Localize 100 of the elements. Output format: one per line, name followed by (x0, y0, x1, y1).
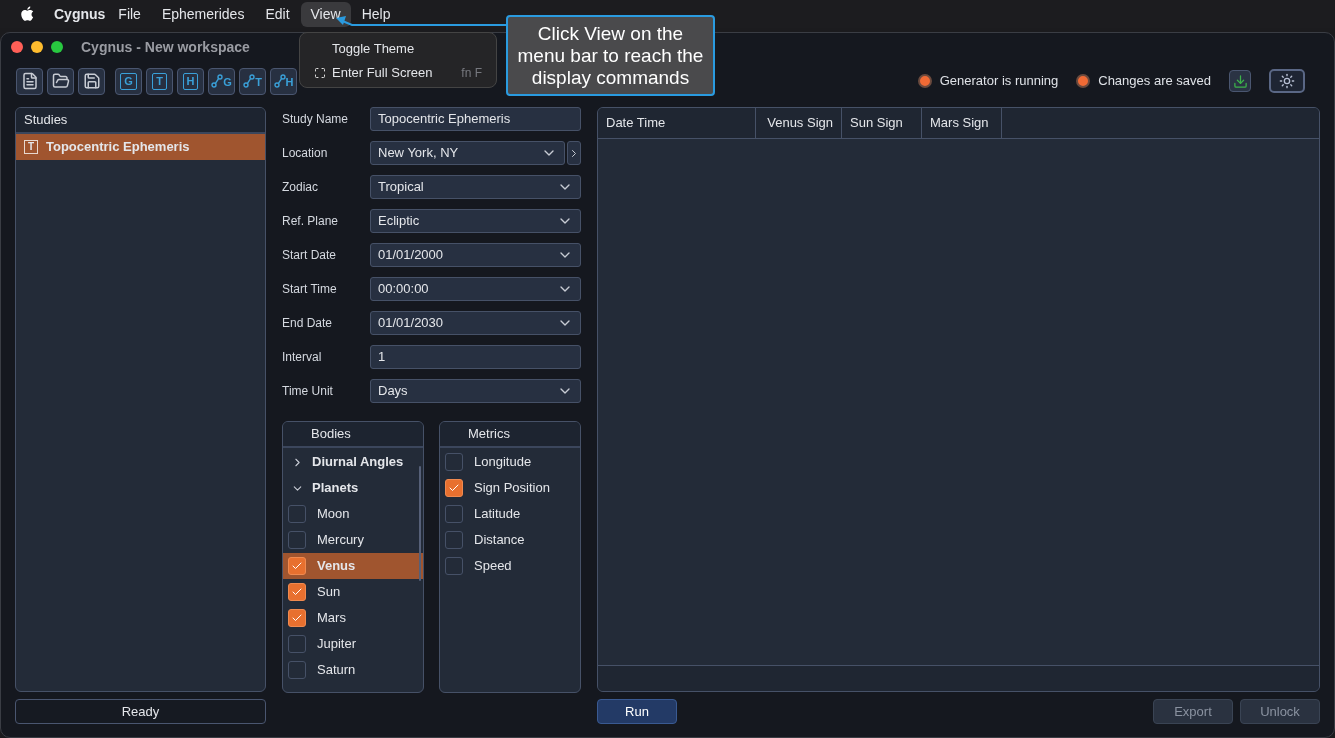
menu-item[interactable]: Edit (255, 1, 300, 27)
status-text: Changes are saved (1098, 72, 1211, 91)
checkbox[interactable] (445, 479, 463, 497)
checkbox[interactable] (288, 583, 306, 601)
download-icon (1232, 73, 1248, 89)
item-label: Mercury (317, 531, 364, 550)
fullscreen-icon (314, 67, 326, 79)
column-header[interactable]: Mars Sign (922, 108, 1002, 138)
tree-item[interactable]: Jupiter (283, 631, 423, 657)
checkbox[interactable] (288, 531, 306, 549)
item-label: Latitude (474, 505, 521, 524)
column-header[interactable]: Sun Sign (842, 108, 922, 138)
folder-icon (51, 72, 70, 90)
sun-icon (1279, 73, 1295, 89)
field-label: Location (282, 145, 329, 162)
tree-item[interactable]: Venus (283, 553, 423, 579)
status-bar: Ready (15, 699, 266, 724)
checkbox[interactable] (288, 505, 306, 523)
toolbar-button[interactable]: G (115, 67, 142, 95)
input-field[interactable]: Topocentric Ephemeris (370, 107, 581, 131)
checkbox[interactable] (288, 609, 306, 627)
panel-title: Metrics (468, 425, 510, 444)
study-label: Topocentric Ephemeris (46, 138, 190, 157)
tree-item[interactable]: Mars (283, 605, 423, 631)
toolbar-button[interactable]: H (270, 67, 297, 95)
next-button[interactable] (567, 141, 581, 165)
window-title: Cygnus - New workspace (81, 37, 250, 57)
checkbox[interactable] (288, 557, 306, 575)
tree-item[interactable]: Saturn (283, 657, 423, 683)
menu-option[interactable]: Enter Full Screen fn F (300, 61, 496, 85)
save-icon (82, 72, 101, 90)
item-label: Mars (317, 609, 346, 628)
toolbar-button[interactable] (16, 67, 43, 95)
dropdown-field[interactable]: Tropical (370, 175, 581, 199)
checkbox[interactable] (445, 505, 463, 523)
item-label: Longitude (474, 453, 532, 472)
toolbar-button[interactable] (47, 67, 74, 95)
dropdown-field[interactable]: 01/01/2000 (370, 243, 581, 267)
toolbar-button[interactable] (78, 67, 105, 95)
check-icon (448, 482, 460, 494)
branch-icon (211, 74, 224, 88)
letter-label: T (255, 77, 262, 88)
toolbar-button[interactable]: T (146, 67, 173, 95)
panel-title: Studies (24, 111, 68, 130)
item-label: Moon (317, 505, 350, 524)
document-icon (20, 72, 39, 90)
field-label: Study Name (282, 111, 350, 128)
dropdown-field[interactable]: 00:00:00 (370, 277, 581, 301)
tree-item[interactable]: Sun (283, 579, 423, 605)
menu-option[interactable]: Toggle Theme (300, 37, 496, 61)
item-label: Sun (317, 583, 341, 602)
menu-item[interactable]: File (108, 1, 151, 27)
download-button[interactable] (1229, 70, 1251, 92)
toolbar-button[interactable]: T (239, 67, 266, 95)
letter-label: H (285, 77, 294, 88)
column-header[interactable]: Venus Sign (756, 108, 842, 138)
zoom-icon[interactable] (51, 41, 63, 53)
tree-group[interactable]: Diurnal Angles (283, 449, 423, 475)
column-header[interactable]: Date Time (598, 108, 756, 138)
callout-box: Click View on the menu bar to reach the display commands (506, 15, 715, 96)
letter-label: G (223, 77, 232, 88)
letter-label: G (120, 72, 137, 90)
checkbox[interactable] (445, 557, 463, 575)
dropdown-field[interactable]: Days (370, 379, 581, 403)
letter-label: T (152, 72, 167, 90)
status-text: Generator is running (939, 72, 1059, 91)
field-label: Time Unit (282, 383, 334, 400)
item-label: Speed (474, 557, 512, 576)
check-icon (291, 560, 303, 572)
check-icon (291, 586, 303, 598)
toolbar-button[interactable]: H (177, 67, 204, 95)
panel-title: Bodies (311, 425, 351, 444)
theme-button[interactable] (1269, 69, 1305, 93)
item-label: Sign Position (474, 479, 550, 498)
minimize-icon[interactable] (31, 41, 43, 53)
dropdown-field[interactable]: 01/01/2030 (370, 311, 581, 335)
action-button[interactable]: Run (597, 699, 677, 724)
apple-logo-icon[interactable] (20, 6, 34, 22)
close-icon[interactable] (11, 41, 23, 53)
dropdown-field[interactable]: New York, NY (370, 141, 565, 165)
app-name[interactable]: Cygnus (54, 3, 106, 25)
check-icon (291, 612, 303, 624)
study-item[interactable]: T Topocentric Ephemeris (16, 134, 265, 160)
menu-item[interactable]: Help (351, 1, 401, 27)
dropdown-field[interactable]: Ecliptic (370, 209, 581, 233)
tree-item[interactable]: Moon (283, 501, 423, 527)
tree-item[interactable]: Mercury (283, 527, 423, 553)
input-field[interactable]: 1 (370, 345, 581, 369)
checkbox[interactable] (288, 661, 306, 679)
toolbar-button[interactable]: G (208, 67, 235, 95)
branch-icon (243, 74, 256, 88)
item-label: Saturn (317, 661, 356, 680)
menu-item[interactable]: Ephemerides (151, 1, 255, 27)
tree-group[interactable]: Planets (283, 475, 423, 501)
checkbox[interactable] (445, 453, 463, 471)
checkbox[interactable] (445, 531, 463, 549)
menu-item[interactable]: View (300, 1, 351, 27)
checkbox[interactable] (288, 635, 306, 653)
item-label: Venus (317, 557, 356, 576)
field-label: Interval (282, 349, 323, 366)
